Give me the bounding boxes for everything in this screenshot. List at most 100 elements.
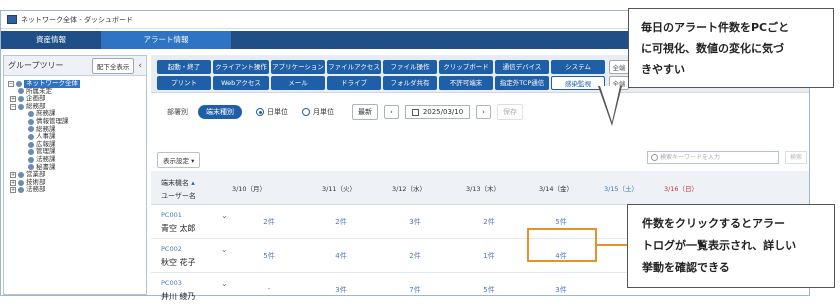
next-date-button[interactable]: › — [476, 105, 491, 119]
display-settings-button[interactable]: 表示設定 ▾ — [157, 152, 201, 168]
radio-icon — [302, 108, 310, 116]
category-infection-monitor[interactable]: 感染監視 — [551, 76, 605, 90]
group-tree-header: グループツリー 配下全表示 ‹ — [4, 56, 146, 76]
by-terminal-toggle[interactable]: 端末種別 — [198, 105, 242, 119]
header-user-name: ユーザー名 — [161, 192, 196, 200]
monthly-label: 月単位 — [313, 108, 334, 116]
category-mail[interactable]: メール — [271, 76, 325, 90]
alert-count-link[interactable]: 2件 — [311, 217, 371, 227]
tree-node[interactable]: − 総務部 — [8, 102, 142, 111]
group-icon — [28, 126, 34, 133]
header-date: 3/12（水） — [391, 185, 427, 193]
search-input[interactable]: 検索キーワードを入力 — [647, 151, 779, 164]
group-icon — [28, 149, 34, 156]
alert-count-link[interactable]: 2件 — [239, 217, 299, 227]
header-terminal-name: 端末機名 — [161, 179, 189, 187]
chevron-down-icon[interactable]: ⌄ — [221, 279, 228, 288]
group-icon — [16, 80, 22, 87]
highlighted-count-box — [527, 228, 597, 262]
category-file-operation[interactable]: ファイル操作 — [383, 60, 437, 74]
alert-count-link[interactable]: 5件 — [459, 285, 519, 295]
category-file-access[interactable]: ファイルアクセス — [327, 60, 381, 74]
tree-node[interactable]: 広報課 — [8, 140, 142, 149]
tab-alert-info[interactable]: アラート情報 — [101, 31, 231, 49]
group-tree-panel: グループツリー 配下全表示 ‹ − ネットワーク全体 所属未定 + 企画部 − 総務部… — [3, 55, 147, 295]
callout-line: 挙動を確認できる — [642, 261, 730, 274]
expand-icon[interactable]: + — [10, 171, 16, 178]
collapse-panel-icon[interactable]: ‹ — [138, 61, 142, 71]
alert-count-link[interactable]: 2件 — [385, 251, 445, 261]
tree-node[interactable]: 庶務課 — [8, 110, 142, 118]
header-date-saturday: 3/15（土） — [603, 185, 639, 193]
daily-radio[interactable]: 日単位 — [256, 107, 288, 117]
terminal-id-link[interactable]: PC002 — [161, 245, 182, 253]
by-department-toggle[interactable]: 部署別 — [167, 107, 188, 117]
tree-node[interactable]: 人事課 — [8, 133, 142, 141]
alert-count-link[interactable]: 1件 — [459, 251, 519, 261]
category-web-access[interactable]: Webアクセス — [213, 76, 269, 90]
category-print[interactable]: プリント — [157, 76, 211, 90]
terminal-id-link[interactable]: PC001 — [161, 211, 182, 219]
alert-count-link[interactable]: 3件 — [311, 285, 371, 295]
export-button[interactable]: 保存 — [496, 104, 523, 120]
alert-count-link[interactable]: 2件 — [459, 217, 519, 227]
callout-connector — [597, 244, 627, 246]
callout-log-detail: 件数をクリックするとアラー トログが一覧表示され、詳しい 挙動を確認できる — [627, 204, 835, 288]
table-header: 端末機名 ▴ ユーザー名 3/10（月） 3/11（火） 3/12（水） 3/1… — [151, 171, 809, 205]
chevron-down-icon[interactable]: ⌄ — [221, 211, 228, 220]
category-clipboard[interactable]: クリップボード — [439, 60, 493, 74]
group-tree: − ネットワーク全体 所属未定 + 企画部 − 総務部 庶務課 情報管理課 総務課 人… — [4, 76, 146, 198]
category-startup-shutdown[interactable]: 起動・終了 — [157, 60, 211, 74]
latest-button[interactable]: 最新 — [352, 104, 378, 120]
expand-icon[interactable]: + — [10, 187, 16, 194]
date-picker[interactable]: 2025/03/10 — [404, 105, 471, 119]
alert-count-link[interactable]: 3件 — [531, 285, 591, 295]
group-icon — [28, 118, 34, 125]
header-date-sunday: 3/16（日） — [663, 185, 699, 193]
sort-icon[interactable]: ▴ — [191, 179, 195, 187]
category-drive[interactable]: ドライブ — [327, 76, 381, 90]
daily-label: 日単位 — [267, 108, 288, 116]
category-client-operation[interactable]: クライアント操作 — [213, 60, 269, 74]
expand-icon[interactable]: + — [10, 95, 16, 102]
header-name-column[interactable]: 端末機名 ▴ ユーザー名 — [161, 177, 196, 203]
search-button[interactable]: 検索 — [785, 151, 807, 164]
group-icon — [28, 133, 34, 140]
alert-count-link[interactable]: 3件 — [385, 217, 445, 227]
group-icon — [28, 156, 34, 163]
alert-count-link[interactable]: 5件 — [531, 217, 591, 227]
category-folder-share[interactable]: フォルダ共有 — [383, 76, 437, 90]
category-all-terminals[interactable]: 全端 — [609, 60, 629, 74]
tree-node[interactable]: 管理課 — [8, 148, 142, 156]
category-system[interactable]: システム — [551, 60, 605, 74]
tree-node[interactable]: + 法務部 — [8, 186, 142, 194]
collapse-icon[interactable]: − — [10, 103, 16, 110]
tree-node[interactable]: 法務課 — [8, 155, 142, 164]
alert-count-link[interactable]: 5件 — [239, 251, 299, 261]
date-value: 2025/03/10 — [422, 108, 464, 116]
monthly-radio[interactable]: 月単位 — [302, 107, 334, 117]
category-unauthorized-terminal[interactable]: 不許可端末 — [439, 76, 493, 90]
group-icon — [18, 171, 24, 178]
group-icon — [18, 187, 24, 194]
group-tree-title: グループツリー — [8, 61, 64, 70]
category-comm-device[interactable]: 通信デバイス — [495, 60, 549, 74]
table-toolbar: 表示設定 ▾ — [157, 152, 201, 168]
terminal-id-link[interactable]: PC003 — [161, 279, 182, 287]
category-application[interactable]: アプリケーション — [271, 60, 325, 74]
prev-date-button[interactable]: ‹ — [384, 105, 399, 119]
alert-count-link[interactable]: 7件 — [385, 285, 445, 295]
chevron-down-icon[interactable]: ⌄ — [221, 245, 228, 254]
show-all-button[interactable]: 配下全表示 — [91, 57, 135, 74]
tree-node-label: 法務部 — [26, 185, 46, 194]
group-icon — [28, 141, 34, 148]
app-icon — [7, 15, 17, 24]
tree-node[interactable]: 情報管理課 — [8, 117, 142, 126]
alert-count-link[interactable]: 4件 — [311, 251, 371, 261]
alert-count-link[interactable]: - — [239, 285, 299, 293]
category-unspecified-tcp[interactable]: 指定外TCP通信 — [495, 76, 549, 90]
collapse-icon[interactable]: − — [8, 80, 14, 87]
tab-asset-info[interactable]: 資産情報 — [1, 31, 101, 49]
expand-icon[interactable]: + — [10, 179, 16, 186]
tree-node[interactable]: 総務課 — [8, 125, 142, 134]
